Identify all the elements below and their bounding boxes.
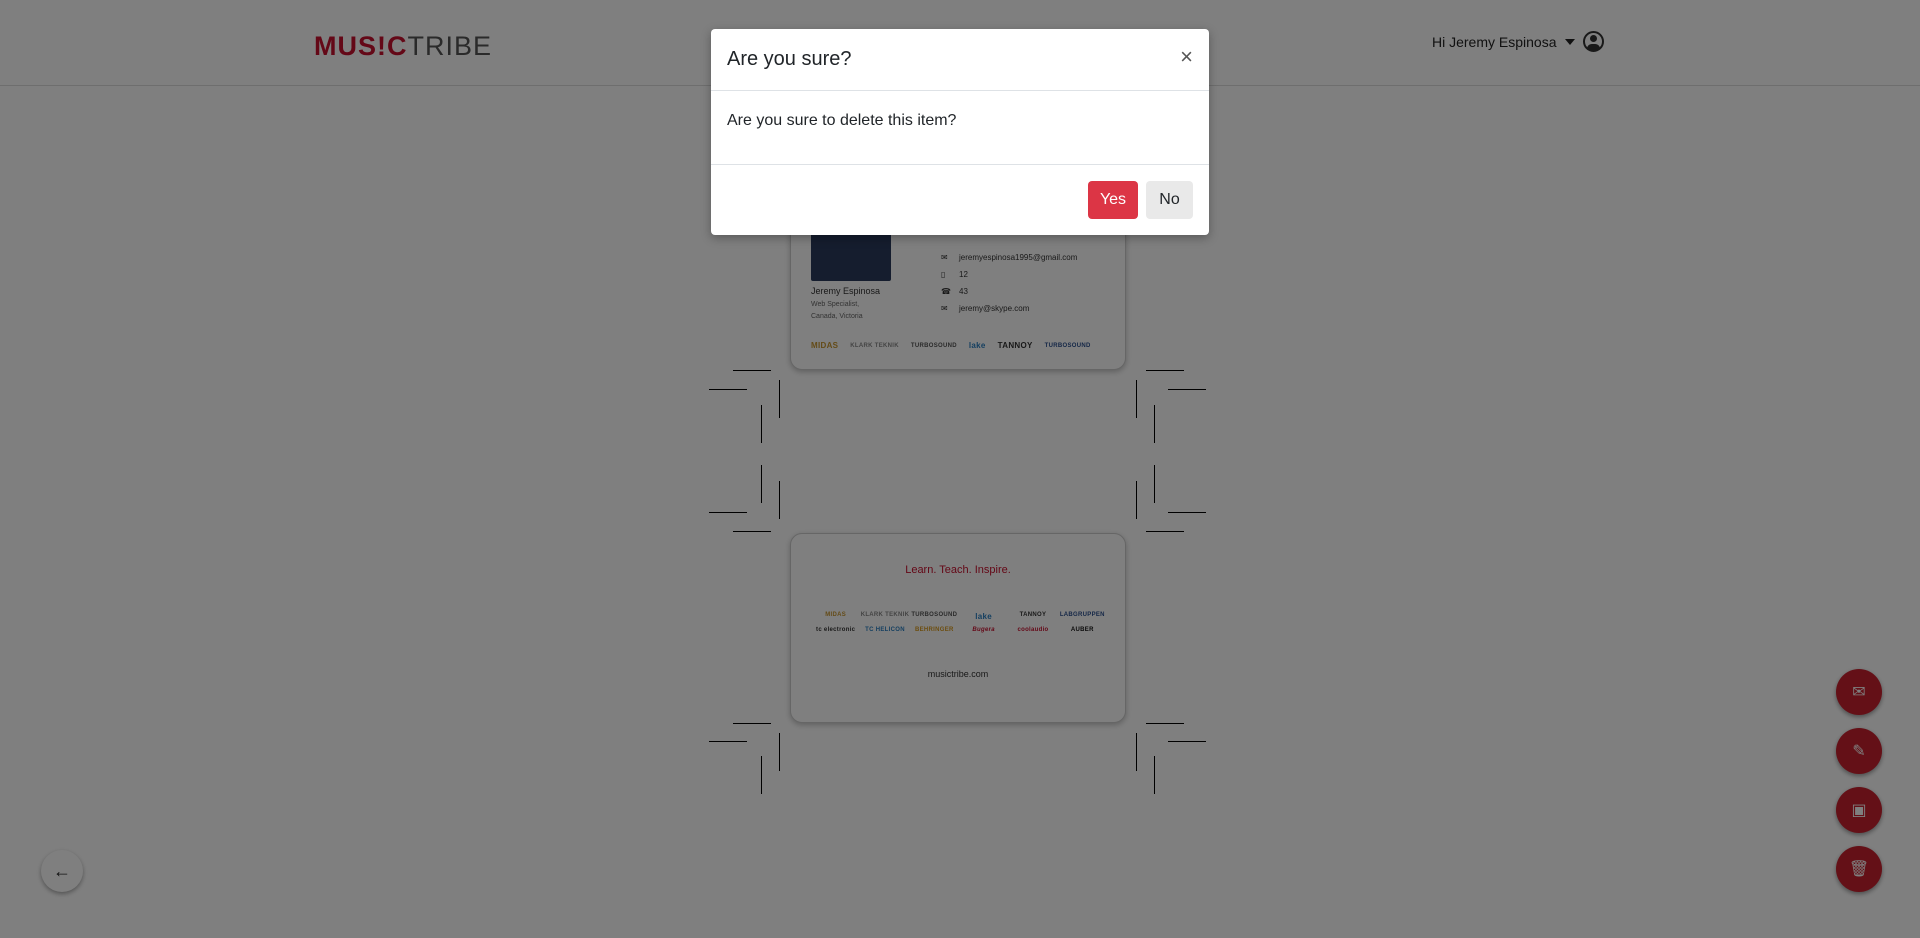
modal-header: Are you sure? ×: [711, 29, 1209, 91]
modal-body: Are you sure to delete this item?: [711, 91, 1209, 165]
close-icon[interactable]: ×: [1180, 46, 1193, 68]
modal-message: Are you sure to delete this item?: [727, 112, 957, 129]
modal-title: Are you sure?: [727, 48, 852, 70]
yes-button[interactable]: Yes: [1088, 181, 1138, 219]
confirm-delete-dialog: Are you sure? × Are you sure to delete t…: [711, 29, 1209, 235]
no-button[interactable]: No: [1146, 181, 1193, 219]
